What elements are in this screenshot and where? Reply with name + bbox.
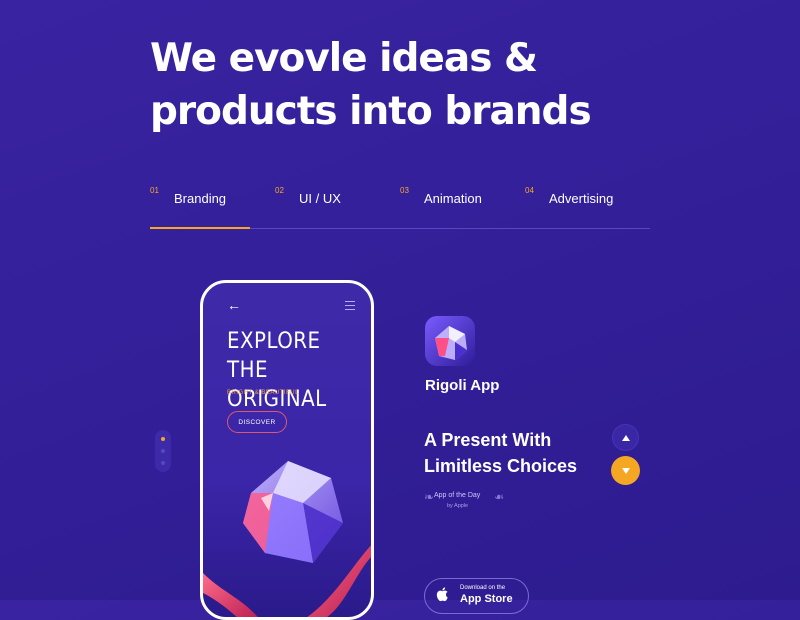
award-subtitle: by Apple [447, 503, 469, 509]
pager-dot[interactable] [161, 437, 165, 441]
store-line1: Download on the [460, 585, 506, 591]
tab-label: UI / UX [299, 191, 341, 206]
tab-label: Advertising [549, 191, 614, 206]
next-button[interactable] [611, 456, 640, 485]
store-line2: App Store [460, 593, 513, 605]
hero-title: We evovle ideas & products into brands [150, 32, 592, 138]
tab-number: 01 [150, 186, 159, 195]
gem-app-icon [425, 316, 475, 366]
hero-title-line2: products into brands [150, 89, 592, 134]
hamburger-menu-icon[interactable] [345, 301, 355, 313]
app-of-the-day-badge: ❧ App of the Day by Apple ❧ [424, 490, 504, 514]
laurel-right-icon: ❧ [494, 490, 505, 504]
phone-headline: EXPLORE THE ORIGINAL [227, 327, 371, 414]
app-name: Rigoli App [425, 377, 500, 394]
gem-illustration [203, 461, 371, 617]
laurel-left-icon: ❧ [424, 490, 435, 504]
app-tagline-line2: Limitless Choices [424, 456, 578, 476]
phone-headline-line2: THE ORIGINAL [227, 358, 327, 412]
tab-label: Branding [174, 191, 227, 206]
app-store-button[interactable]: Download on the App Store [424, 578, 529, 614]
app-icon[interactable] [425, 316, 475, 366]
caret-down-icon [621, 467, 630, 474]
phone-mockup: ← EXPLORE THE ORIGINAL BRIGHT & BEAUTIFU… [200, 280, 374, 620]
arrow-left-icon[interactable]: ← [227, 297, 241, 313]
caret-up-icon [621, 434, 630, 441]
tab-label: Animation [424, 191, 482, 206]
slide-pager [155, 430, 171, 472]
tab-number: 04 [525, 186, 534, 195]
hero-title-line1: We evovle ideas & [150, 36, 538, 81]
award-title: App of the Day [434, 492, 481, 499]
pager-dot[interactable] [161, 461, 165, 465]
previous-button[interactable] [612, 424, 639, 451]
tab-number: 03 [400, 186, 409, 195]
tab-number: 02 [275, 186, 284, 195]
service-tabs: 01 Branding 02 UI / UX 03 Animation 04 A… [150, 186, 650, 230]
phone-subtitle: BRIGHT & BEAUTIFUL [227, 390, 299, 396]
tab-active-indicator [150, 227, 250, 229]
phone-headline-line1: EXPLORE [227, 329, 321, 354]
pager-dot[interactable] [161, 449, 165, 453]
app-tagline-line1: A Present With [424, 430, 552, 450]
app-tagline: A Present With Limitless Choices [424, 427, 577, 479]
